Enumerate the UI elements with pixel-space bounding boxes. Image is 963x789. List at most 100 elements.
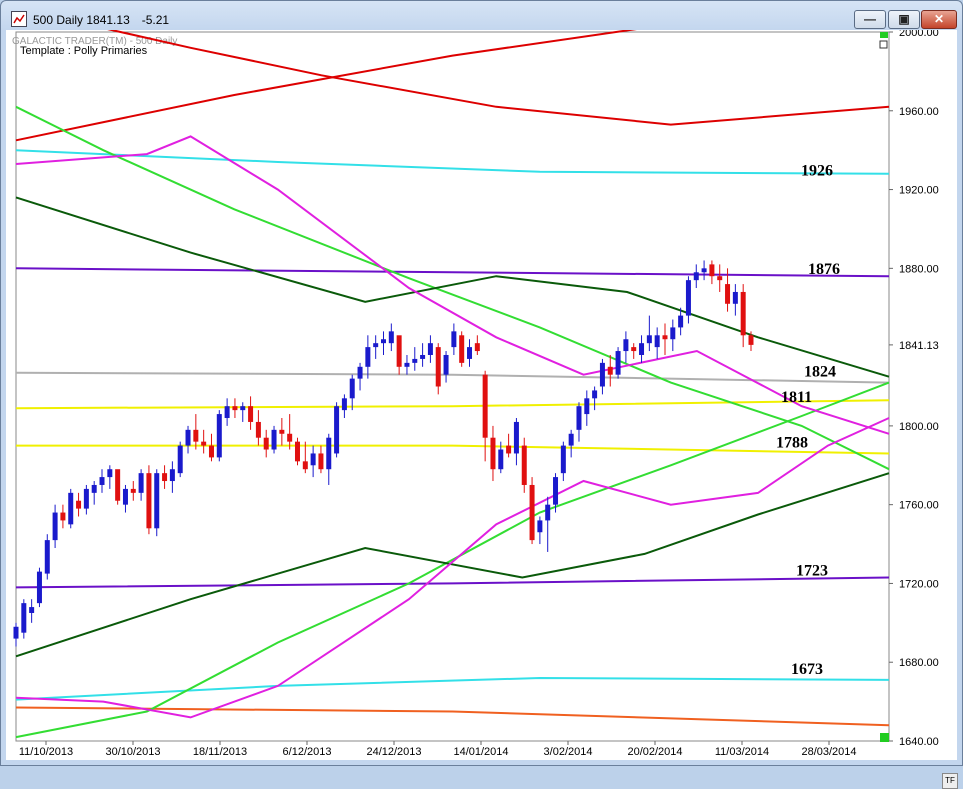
candle xyxy=(208,433,214,462)
candle-body xyxy=(607,366,613,375)
x-tick-label: 14/01/2014 xyxy=(453,746,508,758)
candle-body xyxy=(36,571,42,604)
candle-body xyxy=(255,421,261,438)
candle xyxy=(162,465,168,489)
x-tick-label: 11/10/2013 xyxy=(19,746,73,758)
candle-body xyxy=(435,347,441,387)
candle-body xyxy=(482,374,488,438)
candle xyxy=(154,469,160,537)
candle-body xyxy=(138,473,144,493)
candle-body xyxy=(451,331,457,348)
candle xyxy=(216,410,222,462)
y-tick-label: 1920.00 xyxy=(899,185,939,197)
y-tick-label: 1800.00 xyxy=(899,421,939,433)
indicator-lines xyxy=(15,30,890,739)
candle-body xyxy=(240,406,246,411)
candle-body xyxy=(310,453,316,466)
candle xyxy=(623,331,629,363)
candle-body xyxy=(623,339,629,352)
indicator-line-6 xyxy=(15,371,890,384)
candle-body xyxy=(740,291,746,336)
candle-body xyxy=(146,473,152,529)
candle xyxy=(99,469,105,493)
candle-body xyxy=(169,469,175,482)
minimize-button[interactable]: — xyxy=(854,10,886,29)
candle-body xyxy=(44,540,50,574)
candle xyxy=(506,433,512,458)
candle xyxy=(44,534,50,580)
price-chart[interactable]: GALACTIC TRADER(TM) - 500 Daily Template… xyxy=(6,30,957,760)
x-tick-label: 18/11/2013 xyxy=(193,746,247,758)
timeframe-button[interactable]: TF xyxy=(942,773,958,789)
candle xyxy=(224,398,230,426)
candle-body xyxy=(685,280,691,316)
candle-body xyxy=(29,607,35,613)
candle-body xyxy=(709,264,715,277)
candle xyxy=(263,429,269,458)
x-tick-label: 30/10/2013 xyxy=(105,746,160,758)
candle-body xyxy=(99,477,105,485)
y-tick-label: 2000.00 xyxy=(899,30,939,39)
candle-body xyxy=(21,603,27,633)
candle-body xyxy=(631,347,637,352)
candle xyxy=(60,504,66,529)
indicator-line-12 xyxy=(15,196,890,378)
candle xyxy=(662,323,668,355)
candle-body xyxy=(294,441,300,462)
candle-body xyxy=(208,445,214,458)
candle xyxy=(639,335,645,363)
candle-body xyxy=(193,429,199,442)
indicator-line-15 xyxy=(15,417,890,719)
candle xyxy=(568,429,574,458)
candle xyxy=(13,622,19,647)
candle-body xyxy=(76,500,82,509)
candle xyxy=(646,315,652,352)
x-tick-label: 6/12/2013 xyxy=(283,746,332,758)
candle-body xyxy=(693,272,699,281)
candle xyxy=(451,323,457,355)
candle xyxy=(607,354,613,387)
candle-body xyxy=(529,484,535,541)
candle xyxy=(185,425,191,454)
candle-body xyxy=(545,504,551,521)
candle-body xyxy=(279,429,285,434)
candle xyxy=(193,414,199,450)
candle-body xyxy=(318,453,324,470)
candle-body xyxy=(420,354,426,359)
candle xyxy=(373,335,379,359)
candle-body xyxy=(263,437,269,450)
candle-body xyxy=(412,358,418,363)
candles xyxy=(13,260,754,647)
candle xyxy=(404,354,410,375)
candle-body xyxy=(341,398,347,411)
candle-body xyxy=(287,433,293,442)
candle-body xyxy=(443,354,449,375)
candle-body xyxy=(130,488,136,493)
candle-body xyxy=(201,441,207,446)
candle xyxy=(740,284,746,348)
chart-template-name: Template : Polly Primaries xyxy=(20,45,148,57)
candle xyxy=(685,276,691,324)
title-bar[interactable]: 500 Daily 1841.13 -5.21 — ▣ ✕ xyxy=(1,1,962,31)
status-marker-bottom xyxy=(880,733,889,742)
candle xyxy=(693,264,699,289)
candle xyxy=(474,335,480,355)
candle-body xyxy=(599,362,605,387)
candle xyxy=(107,465,113,489)
chart-area[interactable]: GALACTIC TRADER(TM) - 500 Daily Template… xyxy=(6,30,958,789)
indicator-line-10 xyxy=(15,105,890,471)
maximize-button[interactable]: ▣ xyxy=(888,10,920,29)
y-tick-label: 1880.00 xyxy=(899,263,939,275)
indicator-line-4 xyxy=(15,267,890,278)
x-tick-label: 3/02/2014 xyxy=(544,746,593,758)
candle xyxy=(732,284,738,316)
candle-body xyxy=(498,449,504,470)
close-button[interactable]: ✕ xyxy=(921,10,957,29)
candle xyxy=(670,319,676,352)
candle xyxy=(654,327,660,359)
candle xyxy=(459,331,465,367)
candle xyxy=(169,461,175,493)
candle xyxy=(294,437,300,466)
candle-body xyxy=(216,414,222,458)
candle xyxy=(271,425,277,454)
